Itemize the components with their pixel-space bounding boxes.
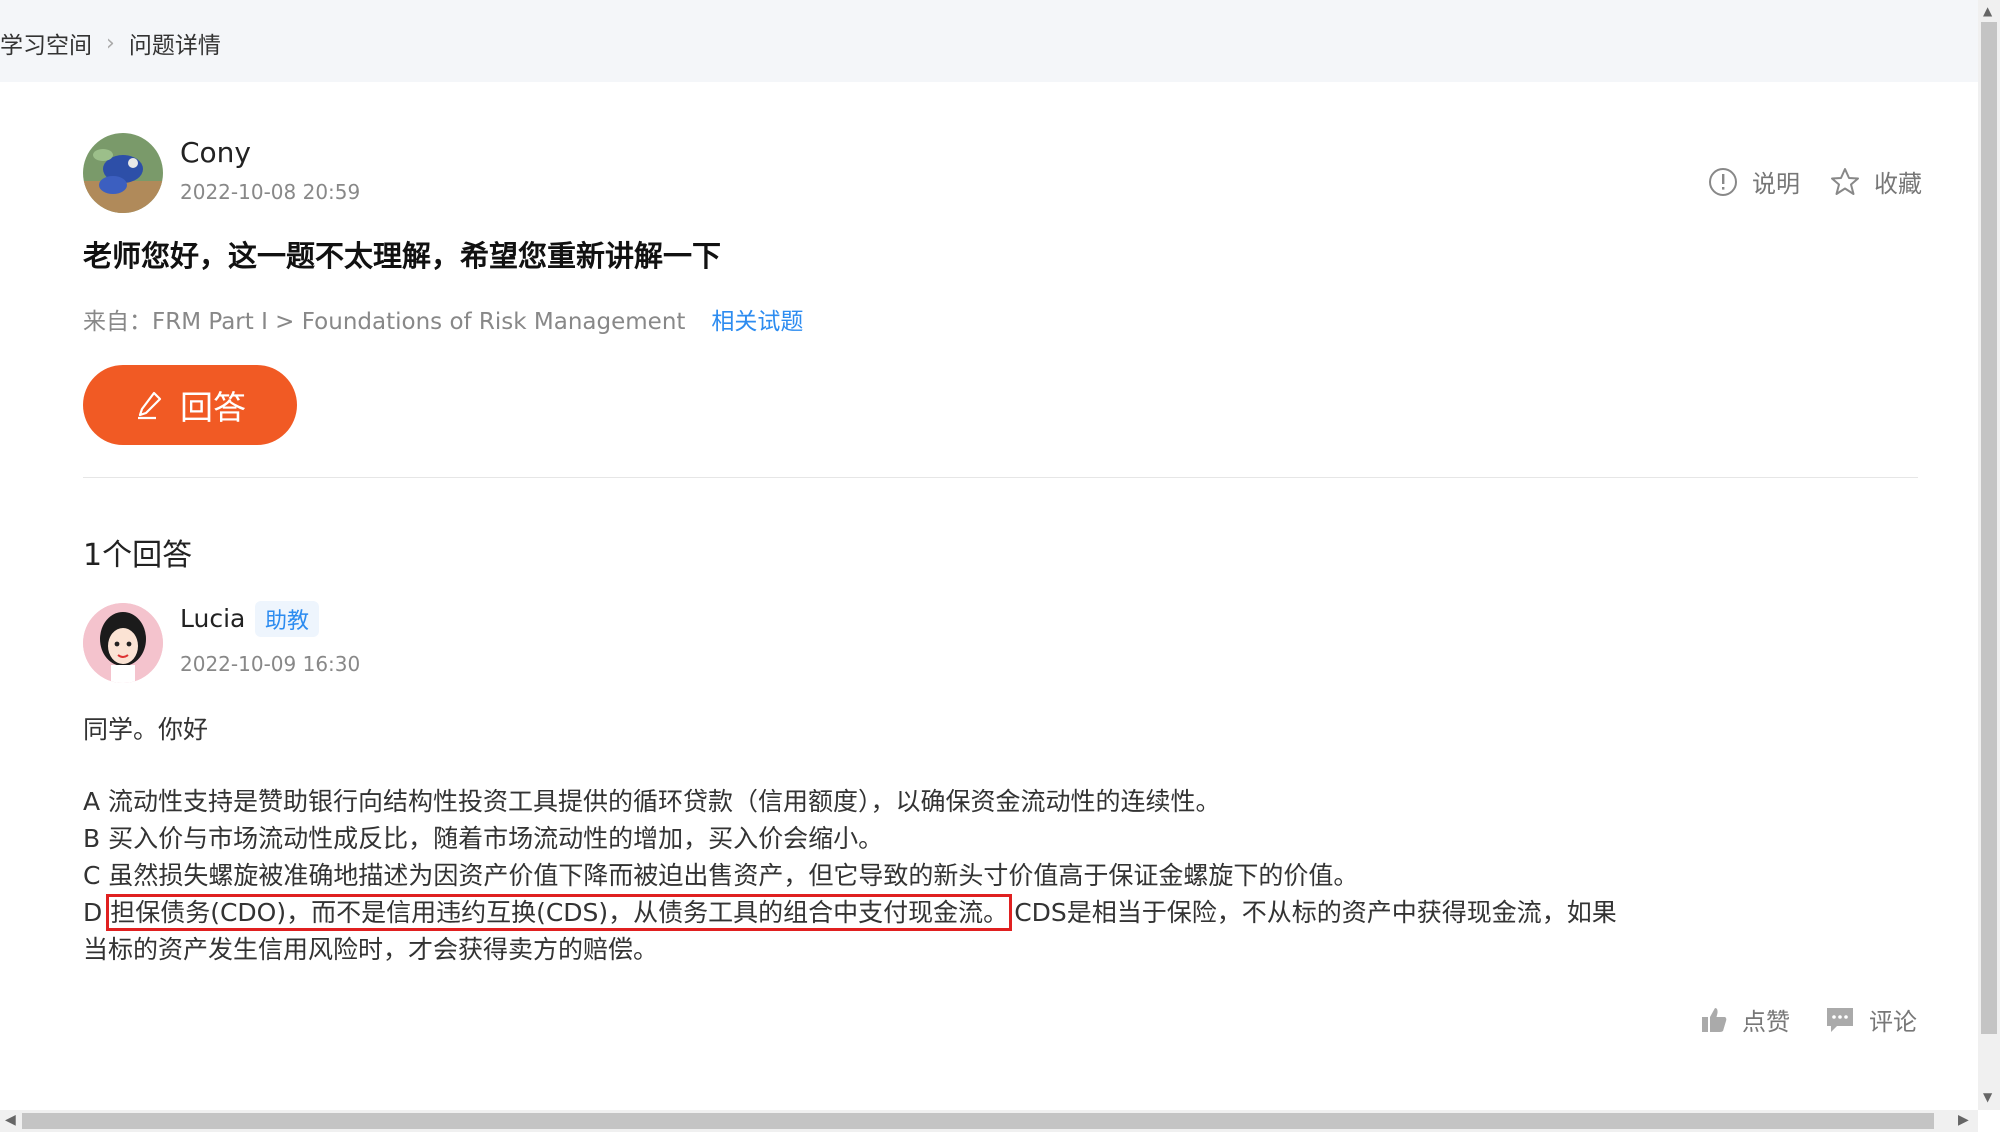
thumbs-up-icon (1702, 1007, 1727, 1032)
question-title: 老师您好，这一题不太理解，希望您重新讲解一下 (83, 239, 722, 273)
comment-button[interactable]: 评论 (1825, 1002, 1917, 1037)
related-questions-link[interactable]: 相关试题 (711, 302, 803, 336)
vertical-scrollbar[interactable]: ▲ ▼ (1978, 0, 2000, 1110)
answer-line-c: C 虽然损失螺旋被准确地描述为因资产价值下降而被迫出售资产，但它导致的新头寸价值… (83, 861, 1359, 890)
favorite-label: 收藏 (1874, 170, 1922, 198)
chevron-right-icon: › (106, 30, 115, 56)
breadcrumb-current: 问题详情 (128, 33, 221, 59)
like-button[interactable]: 点赞 (1700, 1002, 1790, 1037)
comment-label: 评论 (1869, 1008, 1917, 1036)
like-label: 点赞 (1742, 1008, 1790, 1036)
assistant-badge: 助教 (255, 601, 320, 637)
scroll-left-arrow-icon[interactable]: ◀ (5, 1112, 16, 1128)
star-icon (1831, 167, 1859, 195)
horizontal-scrollbar[interactable]: ◀ ▶ (0, 1110, 1978, 1132)
breadcrumb-home-link[interactable]: 学习空间 (0, 26, 92, 60)
source-text: 来自：FRM Part I > Foundations of Risk Mana… (83, 309, 686, 335)
answer-line-a: A 流动性支持是赞助银行向结构性投资工具提供的循环贷款（信用额度），以确保资金流… (83, 787, 1221, 816)
answer-line-d: D 担保债务(CDO)，而不是信用违约互换(CDS)，从债务工具的组合中支付现金… (83, 894, 1803, 931)
favorite-button[interactable]: 收藏 (1830, 164, 1922, 199)
scroll-up-arrow-icon[interactable]: ▲ (1983, 4, 1992, 18)
answer-line-b: B 买入价与市场流动性成反比，随着市场流动性的增加，买入价会缩小。 (83, 824, 884, 853)
scroll-right-arrow-icon[interactable]: ▶ (1958, 1112, 1969, 1128)
answer-button-label: 回答 (180, 388, 246, 427)
explain-button[interactable]: 说明 (1708, 164, 1800, 199)
question-time: 2022-10-08 20:59 (180, 180, 361, 204)
question-author-name[interactable]: Cony (180, 136, 251, 169)
horizontal-scroll-thumb[interactable] (22, 1113, 1934, 1129)
line-d-rest: CDS是相当于保险，不从标的资产中获得现金流，如果 (1014, 898, 1617, 927)
answer-line-e: 当标的资产发生信用风险时，才会获得卖方的赔偿。 (83, 935, 659, 964)
info-circle-icon (1709, 167, 1737, 196)
scroll-down-arrow-icon[interactable]: ▼ (1983, 1090, 1992, 1104)
vertical-scroll-thumb[interactable] (1981, 22, 1997, 1034)
avatar-cony[interactable] (83, 133, 163, 213)
answer-author-name[interactable]: Lucia (180, 604, 245, 633)
explain-label: 说明 (1752, 170, 1800, 198)
answer-greeting: 同学。你好 (83, 715, 209, 744)
line-d-prefix: D (83, 898, 111, 927)
pencil-icon (138, 391, 162, 420)
answer-body: A 流动性支持是赞助银行向结构性投资工具提供的循环贷款（信用额度），以确保资金流… (83, 783, 1803, 968)
answer-count: 1个回答 (83, 538, 193, 573)
comment-icon (1827, 1007, 1853, 1032)
answer-time: 2022-10-09 16:30 (180, 652, 361, 676)
answer-button[interactable]: 回答 (83, 365, 297, 445)
highlighted-text: 担保债务(CDO)，而不是信用违约互换(CDS)，从债务工具的组合中支付现金流。 (106, 894, 1013, 931)
avatar-lucia[interactable] (83, 603, 163, 683)
question-source: 来自：FRM Part I > Foundations of Risk Mana… (83, 302, 803, 336)
divider (83, 477, 1918, 478)
breadcrumb: 学习空间 › 问题详情 (0, 26, 221, 60)
breadcrumb-bar: 学习空间 › 问题详情 (0, 0, 1978, 82)
